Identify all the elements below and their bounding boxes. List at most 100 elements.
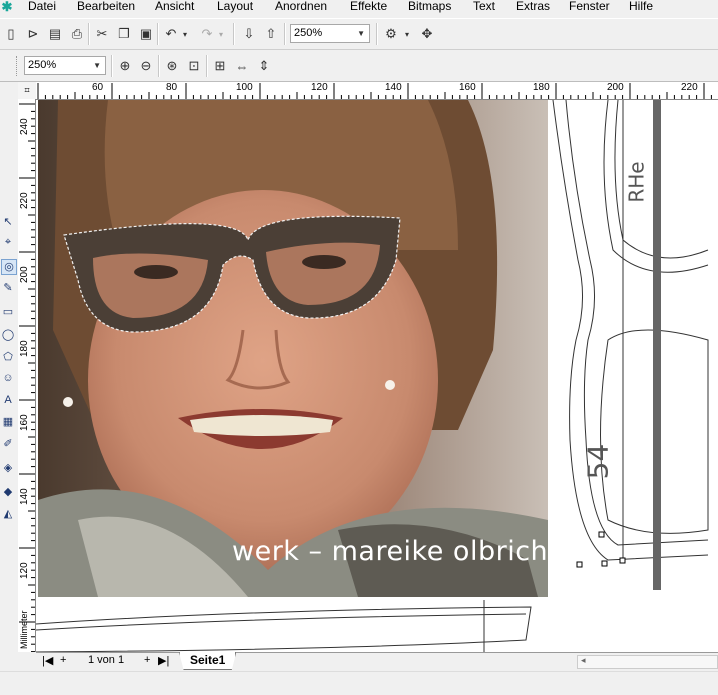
horizontal-ruler[interactable]: 60 80 100 120 140 160 180 200 220: [36, 82, 718, 100]
menu-anordnen[interactable]: Anordnen: [275, 0, 327, 16]
cut-icon[interactable]: ✂: [93, 25, 111, 43]
toolbar-separator: [206, 55, 208, 77]
ruler-label-160: 160: [19, 414, 30, 431]
menu-datei[interactable]: Datei: [28, 0, 56, 16]
zoom-out-icon[interactable]: ⊖: [137, 57, 155, 75]
undo-icon[interactable]: ↶: [162, 25, 180, 43]
pick-tool-icon[interactable]: ↖: [1, 215, 15, 229]
add-page-before-icon[interactable]: +: [60, 654, 66, 666]
template-edge-bar: [653, 100, 661, 590]
ruler-label-140: 140: [19, 488, 30, 505]
first-page-icon[interactable]: |◀: [42, 654, 53, 667]
zoom-page-width-icon[interactable]: ⇔: [233, 57, 251, 75]
polygon-tool-icon[interactable]: ⬠: [1, 350, 15, 364]
outline-pen-tool-icon[interactable]: ◈: [1, 461, 15, 475]
undo-dropdown-icon[interactable]: ▾: [180, 25, 190, 43]
zoom-level-value-2: 250%: [28, 59, 57, 71]
table-tool-icon[interactable]: ▦: [1, 415, 15, 429]
redo-icon[interactable]: ↷: [198, 25, 216, 43]
zoom-page-icon[interactable]: ⊞: [211, 57, 229, 75]
standard-toolbar: ▯ ⊳ ▤ ⎙ ✂ ❐ ▣ ↶ ▾ ↷ ▾ ⇩ ⇧ 250% ▼ ⚙ ▾ ✥: [0, 18, 718, 50]
freehand-tool-icon[interactable]: ✎: [1, 281, 15, 295]
toolbar-separator: [157, 23, 159, 45]
ruler-label-80: 80: [166, 82, 178, 93]
zoom-selected-icon[interactable]: ⊛: [163, 57, 181, 75]
zoom-in-icon[interactable]: ⊕: [116, 57, 134, 75]
shape-tool-icon[interactable]: ⌖: [1, 235, 15, 249]
zoom-all-objects-icon[interactable]: ⊡: [185, 57, 203, 75]
chevron-down-icon: ▼: [357, 29, 365, 38]
redo-dropdown-icon[interactable]: ▾: [216, 25, 226, 43]
toolbar-separator: [111, 55, 113, 77]
zoom-toolbar: 250% ▼ ⊕ ⊖ ⊛ ⊡ ⊞ ⇔ ⇕: [0, 51, 718, 82]
toolbar-separator: [158, 55, 160, 77]
ruler-label-100: 100: [236, 82, 253, 93]
page-counter: 1 von 1: [88, 654, 125, 666]
export-icon[interactable]: ⇧: [262, 25, 280, 43]
application-launcher-icon[interactable]: ⚙: [382, 25, 400, 43]
zoom-tool-icon[interactable]: ◎: [1, 259, 17, 275]
photo-caption: werk – mareike olbrich: [232, 536, 549, 567]
toolbar-separator: [88, 23, 90, 45]
portrait-photo[interactable]: [38, 100, 548, 597]
ruler-label-240: 240: [19, 118, 30, 135]
new-document-icon[interactable]: ▯: [2, 25, 20, 43]
chevron-down-icon: ▼: [93, 61, 101, 70]
menu-fenster[interactable]: Fenster: [569, 0, 610, 16]
toolbar-separator: [376, 23, 378, 45]
zoom-level-value: 250%: [294, 27, 323, 39]
launcher-dropdown-icon[interactable]: ▾: [402, 25, 412, 43]
import-icon[interactable]: ⇩: [240, 25, 258, 43]
menu-layout[interactable]: Layout: [217, 0, 253, 16]
basic-shapes-tool-icon[interactable]: ☺: [1, 371, 15, 385]
text-tool-icon[interactable]: A: [1, 393, 15, 407]
template-logo-text: RHe: [624, 161, 649, 203]
ruler-label-60: 60: [92, 82, 104, 93]
template-size-number: 54: [581, 443, 615, 480]
save-icon[interactable]: ▤: [46, 25, 64, 43]
fill-tool-icon[interactable]: ◆: [1, 485, 15, 499]
zoom-level-combo-2[interactable]: 250% ▼: [24, 56, 106, 75]
ruler-label-160: 160: [459, 82, 476, 93]
rectangle-tool-icon[interactable]: ▭: [1, 305, 15, 319]
vertical-ruler[interactable]: 240 220 200 180 160 140 120 Millimeter: [18, 99, 36, 653]
status-bar: [0, 671, 718, 695]
toolbar-separator: [233, 23, 235, 45]
ruler-label-180: 180: [19, 340, 30, 357]
zoom-level-combo[interactable]: 250% ▼: [290, 24, 370, 43]
open-folder-icon[interactable]: ⊳: [24, 25, 42, 43]
menu-bitmaps[interactable]: Bitmaps: [408, 0, 451, 16]
menu-bearbeiten[interactable]: Bearbeiten: [77, 0, 135, 16]
ruler-unit-label: Millimeter: [19, 610, 29, 649]
ruler-label-120: 120: [311, 82, 328, 93]
page-navigation-bar: |◀ + 1 von 1 + ▶| Seite1 ◂: [36, 652, 718, 671]
ellipse-tool-icon[interactable]: ◯: [1, 328, 15, 342]
toolbox: ↖ ⌖ ◎ ✎ ▭ ◯ ⬠ ☺ A ▦ ✐ ◈ ◆ ◭: [0, 209, 17, 529]
eyedropper-tool-icon[interactable]: ✐: [1, 437, 15, 451]
welcome-screen-icon[interactable]: ✥: [418, 25, 436, 43]
paste-icon[interactable]: ▣: [137, 25, 155, 43]
horizontal-scrollbar[interactable]: ◂: [577, 655, 718, 669]
ruler-label-220: 220: [681, 82, 698, 93]
temple-arm-outline[interactable]: [36, 600, 556, 652]
ruler-origin-icon[interactable]: ⌗: [18, 82, 37, 100]
menu-effekte[interactable]: Effekte: [350, 0, 387, 16]
print-icon[interactable]: ⎙: [68, 25, 86, 43]
menu-bar: ✱ Datei Bearbeiten Ansicht Layout Anordn…: [0, 0, 718, 16]
page-tab[interactable]: Seite1: [179, 652, 237, 670]
interactive-fill-tool-icon[interactable]: ◭: [1, 507, 15, 521]
ruler-label-140: 140: [385, 82, 402, 93]
last-page-icon[interactable]: ▶|: [158, 654, 169, 667]
menu-text[interactable]: Text: [473, 0, 495, 16]
zoom-page-height-icon[interactable]: ⇕: [255, 57, 273, 75]
menu-extras[interactable]: Extras: [516, 0, 550, 16]
drawing-canvas[interactable]: werk – mareike olbrich 54 RHe: [36, 100, 718, 652]
app-logo-icon: ✱: [1, 0, 13, 14]
add-page-after-icon[interactable]: +: [144, 654, 150, 666]
copy-icon[interactable]: ❐: [115, 25, 133, 43]
menu-ansicht[interactable]: Ansicht: [155, 0, 194, 16]
ruler-label-200: 200: [607, 82, 624, 93]
menu-hilfe[interactable]: Hilfe: [629, 0, 653, 16]
toolbar-grip[interactable]: [16, 56, 20, 76]
scroll-left-icon[interactable]: ◂: [581, 655, 586, 666]
